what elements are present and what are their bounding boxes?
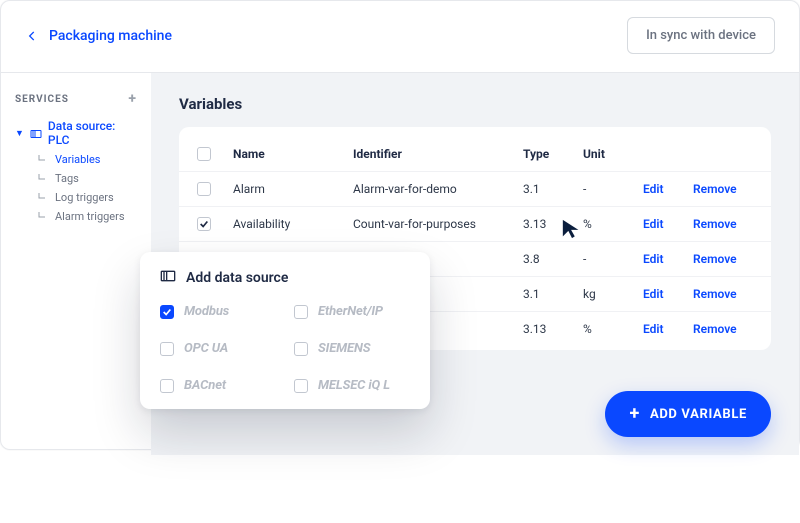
remove-link[interactable]: Remove: [693, 287, 753, 301]
row-checkbox[interactable]: [197, 217, 211, 231]
tree-branch-icon: [37, 193, 47, 203]
back-arrow-icon: [25, 29, 39, 43]
table-header: Name Identifier Type Unit: [179, 137, 771, 171]
remove-link[interactable]: Remove: [693, 322, 753, 336]
option-label: EtherNet/IP: [318, 304, 383, 319]
cell-unit: %: [583, 322, 643, 336]
option-label: BACnet: [184, 378, 226, 393]
tree-branch-icon: [37, 174, 47, 184]
col-unit: Unit: [583, 147, 643, 161]
sidebar-item-alarm-triggers[interactable]: Alarm triggers: [37, 210, 137, 223]
add-variable-button[interactable]: + ADD VARIABLE: [605, 391, 771, 437]
option-label: MELSEC iQ L: [318, 378, 390, 393]
page-title: Packaging machine: [49, 28, 172, 44]
cell-type: 3.1: [523, 287, 583, 301]
col-type: Type: [523, 147, 583, 161]
edit-link[interactable]: Edit: [643, 287, 693, 301]
cell-identifier: Alarm-var-for-demo: [353, 182, 523, 196]
edit-link[interactable]: Edit: [643, 217, 693, 231]
sidebar-item-label: Tags: [55, 172, 79, 185]
datasource-icon: [30, 128, 42, 138]
option-opc-ua[interactable]: OPC UA: [160, 341, 276, 356]
remove-link[interactable]: Remove: [693, 182, 753, 196]
table-row: Alarm Alarm-var-for-demo 3.1 - Edit Remo…: [179, 171, 771, 206]
cell-unit: -: [583, 252, 643, 266]
sidebar-item-tags[interactable]: Tags: [37, 172, 137, 185]
option-ethernet-ip[interactable]: EtherNet/IP: [294, 304, 410, 319]
option-bacnet[interactable]: BACnet: [160, 378, 276, 393]
sidebar-root-label: Data source: PLC: [48, 119, 137, 147]
col-identifier: Identifier: [353, 147, 523, 161]
option-melsec[interactable]: MELSEC iQ L: [294, 378, 410, 393]
modal-header: Add data source: [160, 270, 410, 286]
select-all-checkbox[interactable]: [197, 147, 211, 161]
sidebar-item-variables[interactable]: Variables: [37, 153, 137, 166]
datasource-icon: [160, 270, 176, 286]
top-bar: Packaging machine In sync with device: [1, 1, 799, 64]
table-row: Availability Count-var-for-purposes 3.13…: [179, 206, 771, 241]
option-label: OPC UA: [184, 341, 228, 356]
option-checkbox[interactable]: [294, 342, 308, 356]
cell-name: Availability: [233, 217, 353, 231]
main-heading: Variables: [179, 95, 771, 113]
caret-down-icon: ▼: [15, 128, 24, 139]
sidebar-item-log-triggers[interactable]: Log triggers: [37, 191, 137, 204]
option-checkbox[interactable]: [160, 342, 174, 356]
cell-identifier: Count-var-for-purposes: [353, 217, 523, 231]
remove-link[interactable]: Remove: [693, 217, 753, 231]
tree-branch-icon: [37, 155, 47, 165]
cursor-icon: [561, 218, 583, 240]
cell-type: 3.13: [523, 322, 583, 336]
cell-unit: -: [583, 182, 643, 196]
tree-branch-icon: [37, 212, 47, 222]
option-checkbox[interactable]: [294, 305, 308, 319]
option-label: SIEMENS: [318, 341, 370, 356]
add-service-icon[interactable]: +: [128, 91, 137, 107]
sidebar-item-label: Alarm triggers: [55, 210, 125, 223]
option-modbus[interactable]: Modbus: [160, 304, 276, 319]
edit-link[interactable]: Edit: [643, 182, 693, 196]
breadcrumb[interactable]: Packaging machine: [25, 28, 172, 44]
option-label: Modbus: [184, 304, 229, 319]
modal-options: Modbus EtherNet/IP OPC UA SIEMENS BACnet…: [160, 304, 410, 393]
sidebar-title: SERVICES: [15, 94, 69, 105]
sync-status-badge: In sync with device: [627, 17, 775, 54]
modal-title: Add data source: [186, 270, 288, 286]
cell-type: 3.8: [523, 252, 583, 266]
cell-name: Alarm: [233, 182, 353, 196]
cell-unit: kg: [583, 287, 643, 301]
plus-icon: +: [629, 405, 639, 423]
col-name: Name: [233, 147, 353, 161]
remove-link[interactable]: Remove: [693, 252, 753, 266]
sidebar-subtree: Variables Tags Log triggers Alarm trigge…: [37, 153, 137, 223]
sidebar-head: SERVICES +: [15, 91, 137, 107]
option-siemens[interactable]: SIEMENS: [294, 341, 410, 356]
sidebar-item-label: Variables: [55, 153, 101, 166]
option-checkbox[interactable]: [294, 379, 308, 393]
sidebar: SERVICES + ▼ Data source: PLC Variables …: [1, 73, 151, 455]
add-variable-label: ADD VARIABLE: [650, 407, 747, 422]
cell-unit: %: [583, 217, 643, 231]
sidebar-item-label: Log triggers: [55, 191, 114, 204]
option-checkbox[interactable]: [160, 305, 174, 319]
edit-link[interactable]: Edit: [643, 322, 693, 336]
add-data-source-modal: Add data source Modbus EtherNet/IP OPC U…: [140, 252, 430, 409]
cell-type: 3.1: [523, 182, 583, 196]
option-checkbox[interactable]: [160, 379, 174, 393]
row-checkbox[interactable]: [197, 182, 211, 196]
sidebar-item-datasource[interactable]: ▼ Data source: PLC: [15, 119, 137, 147]
edit-link[interactable]: Edit: [643, 252, 693, 266]
